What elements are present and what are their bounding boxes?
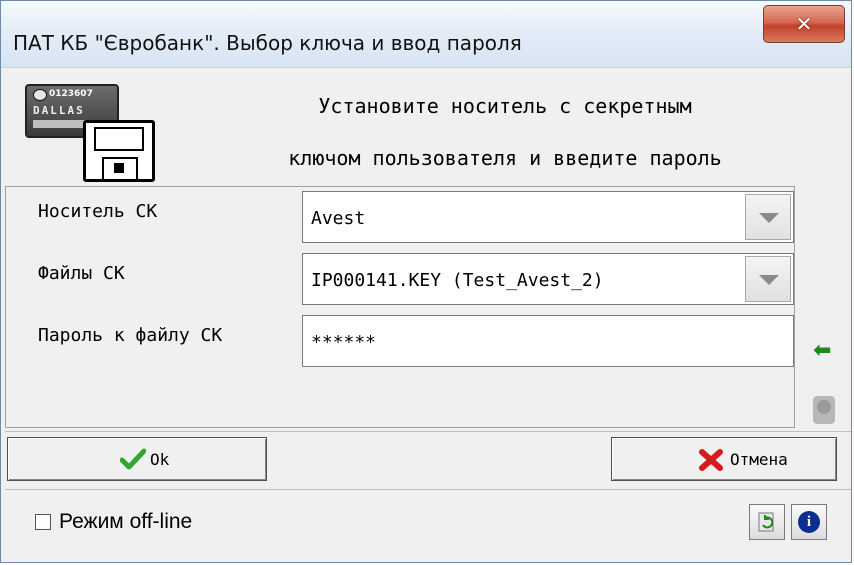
- floppy-disk-icon: [83, 120, 155, 182]
- offline-label: Режим off-line: [59, 510, 193, 533]
- files-label: Файлы СК: [38, 263, 125, 284]
- info-icon: i: [798, 511, 820, 533]
- dallas-brand: DALLAS: [33, 104, 85, 117]
- dallas-key-dot: [33, 89, 47, 101]
- green-arrow-left-icon[interactable]: ⬅: [813, 338, 835, 363]
- floppy-hole: [114, 163, 124, 173]
- instruction-header: 0123607 DALLAS Установите носитель с сек…: [5, 68, 851, 186]
- checkmark-icon: [120, 448, 146, 470]
- instruction-line-1: Установите носитель с секретным: [318, 94, 692, 118]
- chevron-down-icon: [759, 213, 779, 223]
- media-value: Avest: [311, 208, 366, 229]
- ok-button-label: Ok: [150, 450, 170, 469]
- close-icon: ✕: [795, 12, 813, 36]
- password-field[interactable]: ******: [302, 315, 794, 367]
- dialog-window: ПАТ КБ "Євробанк". Выбор ключа и ввод па…: [0, 0, 852, 563]
- files-select[interactable]: IP000141.KEY (Test_Avest_2): [302, 253, 794, 305]
- cancel-button-label: Отмена: [730, 450, 788, 469]
- ok-button[interactable]: Ok: [7, 437, 267, 481]
- password-value: ******: [311, 332, 377, 353]
- cross-icon: [699, 449, 723, 471]
- info-button[interactable]: i: [791, 504, 827, 540]
- files-dropdown-button[interactable]: [745, 256, 791, 302]
- footer-bar: Режим off-line i: [5, 490, 851, 562]
- dialog-content: 0123607 DALLAS Установите носитель с сек…: [5, 68, 851, 558]
- key-icon[interactable]: [813, 396, 835, 424]
- media-dropdown-button[interactable]: [745, 194, 791, 240]
- dallas-number: 0123607: [49, 89, 93, 99]
- form-panel: Носитель СК Avest Файлы СК IP000141.KEY …: [5, 186, 795, 428]
- files-value: IP000141.KEY (Test_Avest_2): [311, 270, 604, 291]
- media-select[interactable]: Avest: [302, 191, 794, 243]
- offline-checkbox[interactable]: [35, 514, 51, 530]
- close-button[interactable]: ✕: [763, 5, 845, 43]
- window-title: ПАТ КБ "Євробанк". Выбор ключа и ввод па…: [13, 31, 522, 55]
- refresh-button[interactable]: [749, 504, 785, 540]
- floppy-label-area: [94, 127, 144, 151]
- cancel-button[interactable]: Отмена: [611, 437, 837, 481]
- refresh-icon: [758, 512, 774, 532]
- password-label: Пароль к файлу СК: [38, 325, 223, 346]
- floppy-shutter: [102, 157, 138, 181]
- media-label: Носитель СК: [38, 201, 158, 222]
- chevron-down-icon: [759, 275, 779, 285]
- title-bar: ПАТ КБ "Євробанк". Выбор ключа и ввод па…: [1, 1, 851, 68]
- instruction-line-2: ключом пользователя и введите пароль: [288, 146, 722, 170]
- buttons-row: Ok Отмена: [5, 431, 851, 490]
